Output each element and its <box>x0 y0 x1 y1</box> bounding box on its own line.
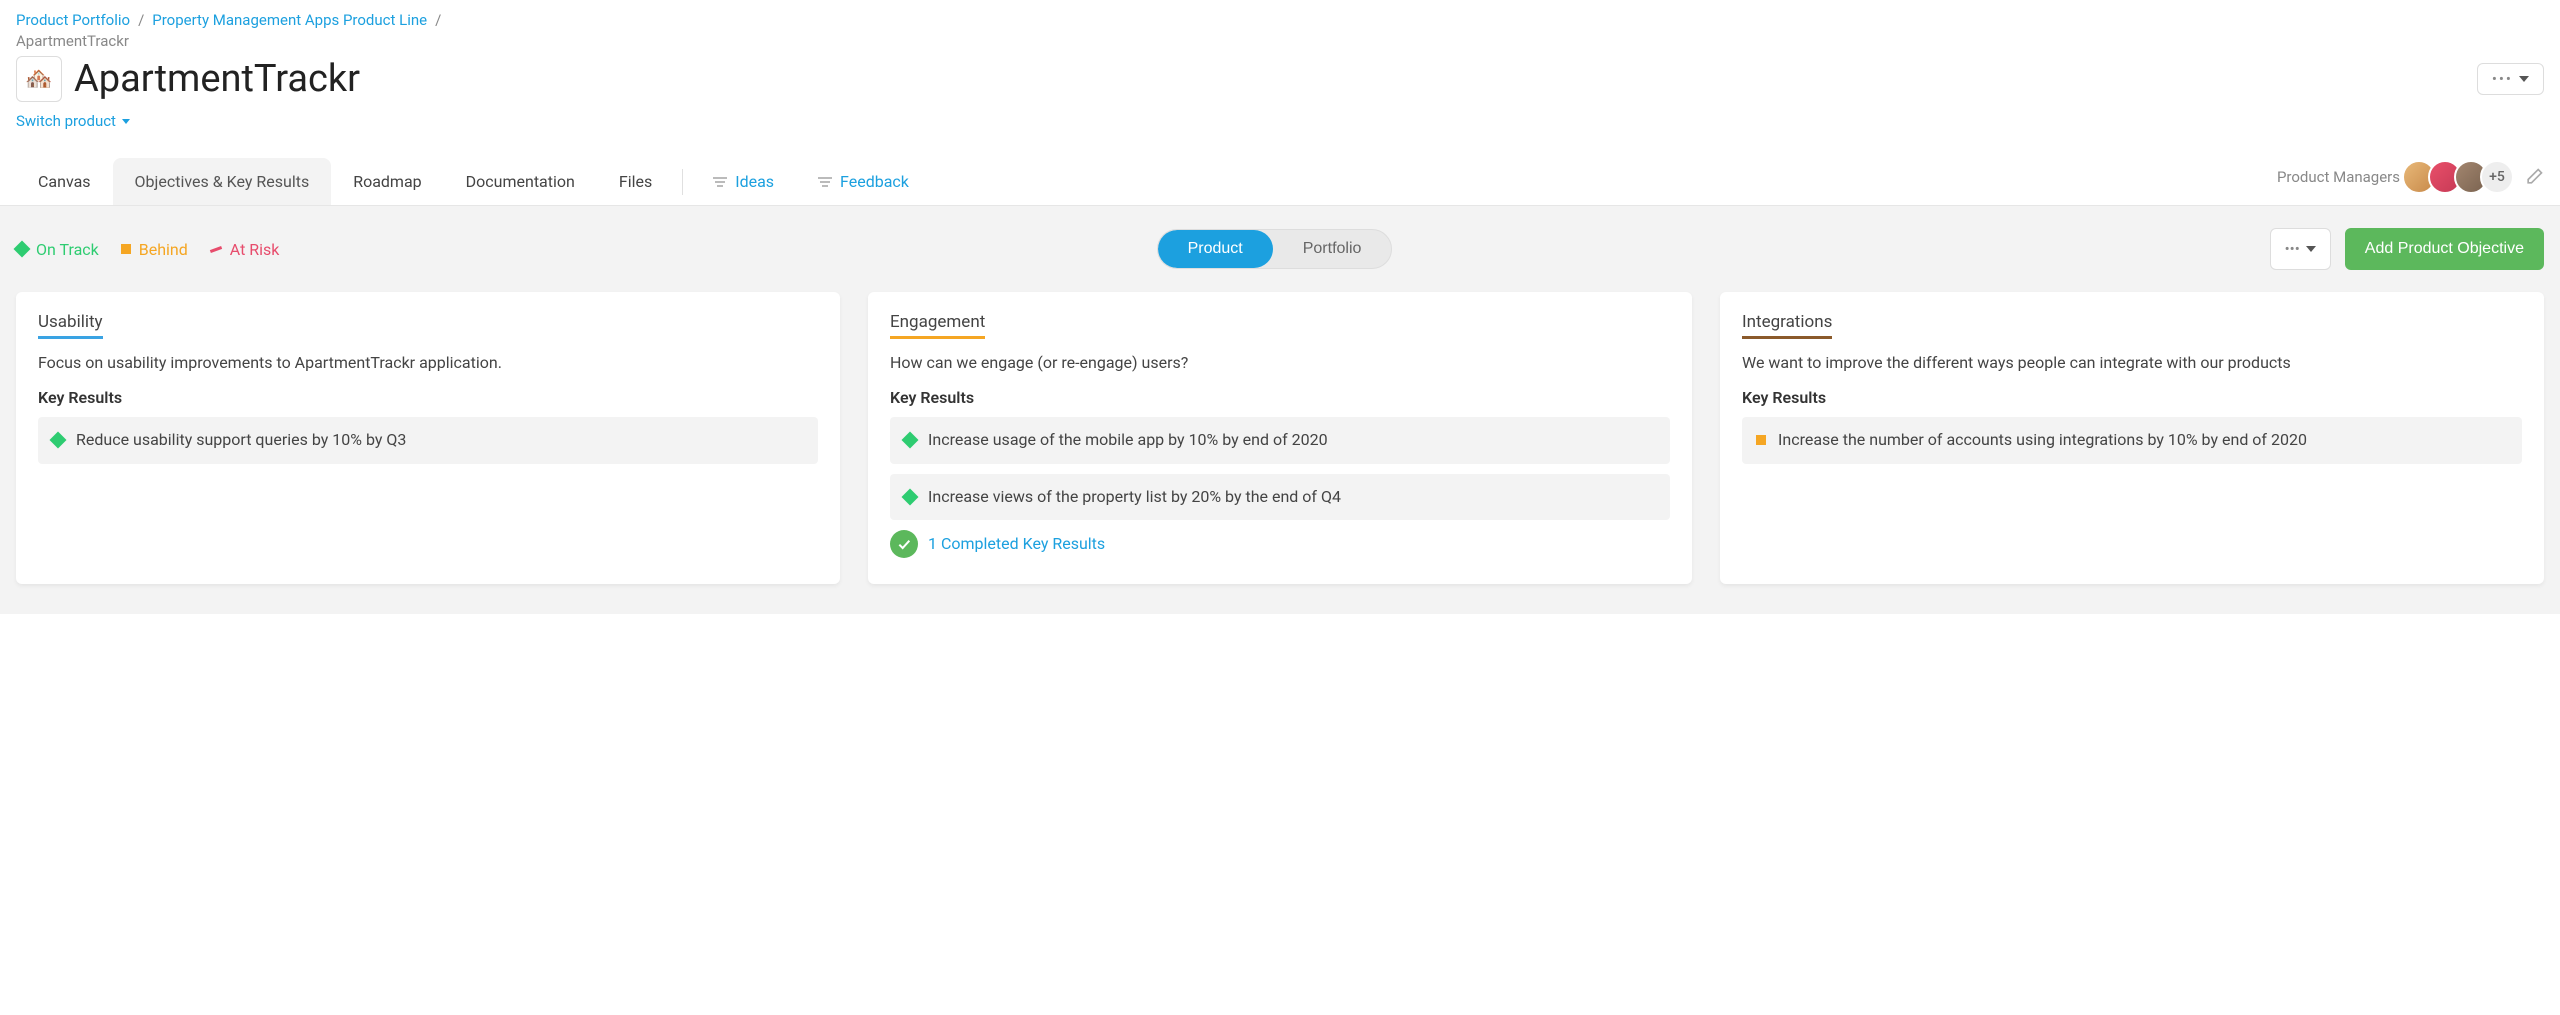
key-result-text: Reduce usability support queries by 10% … <box>76 429 406 451</box>
add-product-objective-button[interactable]: Add Product Objective <box>2345 228 2544 270</box>
tab-canvas[interactable]: Canvas <box>16 158 113 205</box>
legend-behind: Behind <box>121 240 188 259</box>
legend-at-risk-label: At Risk <box>230 240 280 259</box>
breadcrumb-separator: / <box>138 10 144 31</box>
breadcrumb-line[interactable]: Property Management Apps Product Line <box>152 10 427 31</box>
key-result-item[interactable]: Increase the number of accounts using in… <box>1742 417 2522 463</box>
completed-key-results-label: 1 Completed Key Results <box>928 534 1105 553</box>
tab-feedback[interactable]: Feedback <box>796 158 931 205</box>
slash-icon <box>210 246 222 253</box>
square-icon <box>121 244 131 254</box>
key-result-text: Increase views of the property list by 2… <box>928 486 1341 508</box>
tab-files[interactable]: Files <box>597 158 674 205</box>
status-legend: On Track Behind At Risk <box>16 240 279 259</box>
diamond-icon <box>902 488 919 505</box>
switch-product-label: Switch product <box>16 112 116 130</box>
diamond-icon <box>902 432 919 449</box>
page-title: ApartmentTrackr <box>74 57 360 101</box>
key-result-item[interactable]: Increase usage of the mobile app by 10% … <box>890 417 1670 463</box>
key-result-item[interactable]: Reduce usability support queries by 10% … <box>38 417 818 463</box>
tab-roadmap[interactable]: Roadmap <box>331 158 443 205</box>
square-icon <box>1756 435 1766 445</box>
objective-description: We want to improve the different ways pe… <box>1742 351 2522 374</box>
tab-list: Canvas Objectives & Key Results Roadmap … <box>16 158 931 205</box>
objective-title: Usability <box>38 312 103 339</box>
breadcrumb-current: ApartmentTrackr <box>16 31 129 52</box>
diamond-icon <box>14 241 31 258</box>
key-result-item[interactable]: Increase views of the property list by 2… <box>890 474 1670 520</box>
objective-card[interactable]: Usability Focus on usability improvements… <box>16 292 840 584</box>
breadcrumb-root[interactable]: Product Portfolio <box>16 10 130 31</box>
chevron-down-icon <box>122 119 130 124</box>
objective-title: Engagement <box>890 312 985 339</box>
toggle-portfolio[interactable]: Portfolio <box>1273 230 1392 268</box>
tab-feedback-label: Feedback <box>840 172 909 191</box>
tab-okr[interactable]: Objectives & Key Results <box>113 158 332 205</box>
breadcrumb: Product Portfolio / Property Management … <box>16 10 2544 31</box>
filter-icon <box>818 177 832 187</box>
avatar-more-count[interactable]: +5 <box>2480 160 2514 194</box>
key-result-text: Increase the number of accounts using in… <box>1778 429 2307 451</box>
key-results-heading: Key Results <box>890 388 1670 407</box>
tab-documentation[interactable]: Documentation <box>444 158 597 205</box>
product-icon: 🏘️ <box>16 56 62 102</box>
filter-icon <box>713 177 727 187</box>
objectives-grid: Usability Focus on usability improvements… <box>0 292 2560 614</box>
ellipsis-icon: ••• <box>2285 240 2300 258</box>
key-results-heading: Key Results <box>38 388 818 407</box>
breadcrumb-separator: / <box>435 10 441 31</box>
avatar-stack[interactable]: +5 <box>2410 160 2514 194</box>
switch-product-link[interactable]: Switch product <box>16 112 130 130</box>
completed-key-results[interactable]: 1 Completed Key Results <box>890 530 1670 558</box>
objective-description: How can we engage (or re-engage) users? <box>890 351 1670 374</box>
objective-title: Integrations <box>1742 312 1832 339</box>
pencil-icon[interactable] <box>2524 167 2544 187</box>
key-results-heading: Key Results <box>1742 388 2522 407</box>
check-circle-icon <box>890 530 918 558</box>
objective-card[interactable]: Engagement How can we engage (or re-engag… <box>868 292 1692 584</box>
tab-ideas-label: Ideas <box>735 172 774 191</box>
toggle-product[interactable]: Product <box>1158 230 1273 268</box>
scope-toggle: Product Portfolio <box>1157 229 1393 269</box>
tab-separator <box>682 169 683 195</box>
legend-on-track: On Track <box>16 240 99 259</box>
legend-at-risk: At Risk <box>210 240 280 259</box>
page-more-button[interactable]: ••• <box>2477 63 2544 95</box>
product-managers-label: Product Managers <box>2277 168 2400 186</box>
objective-description: Focus on usability improvements to Apart… <box>38 351 818 374</box>
chevron-down-icon <box>2519 76 2529 82</box>
toolbar-more-button[interactable]: ••• <box>2270 228 2331 270</box>
key-result-text: Increase usage of the mobile app by 10% … <box>928 429 1328 451</box>
legend-on-track-label: On Track <box>36 240 99 259</box>
chevron-down-icon <box>2306 246 2316 252</box>
diamond-icon <box>50 432 67 449</box>
objective-card[interactable]: Integrations We want to improve the diffe… <box>1720 292 2544 584</box>
legend-behind-label: Behind <box>139 240 188 259</box>
ellipsis-icon: ••• <box>2492 70 2513 88</box>
tab-ideas[interactable]: Ideas <box>691 158 796 205</box>
